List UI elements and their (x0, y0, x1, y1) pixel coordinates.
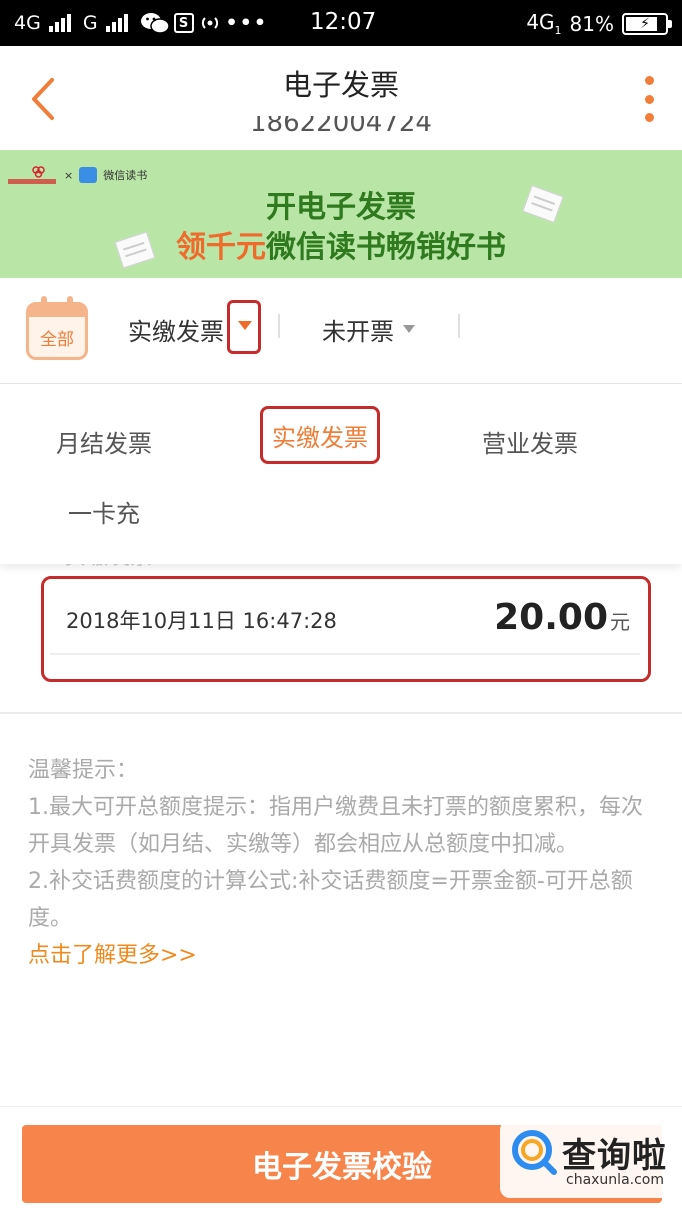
dropdown-option-monthly[interactable]: 月结发票 (56, 424, 152, 459)
network-type-2: G (82, 12, 98, 34)
learn-more-link[interactable]: 点击了解更多>> (28, 937, 658, 974)
more-dots-icon: ••• (225, 12, 268, 34)
promo-banner[interactable]: × 微信读书 开电子发票 领千元微信读书畅销好书 (0, 150, 682, 278)
more-options-button[interactable] (642, 76, 656, 122)
dropdown-arrow-icon[interactable] (227, 300, 261, 354)
dropdown-option-business[interactable]: 营业发票 (482, 424, 578, 459)
page-title: 电子发票 (282, 68, 399, 102)
dropdown-option-paid-selected[interactable]: 实缴发票 (260, 406, 380, 464)
phone-number-partial: 18622004724 (250, 116, 432, 136)
watermark: 查询啦 chaxunla.com (500, 1120, 672, 1198)
invoice-status-filter[interactable]: 未开票 (322, 312, 394, 347)
dropdown-option-card-topup[interactable]: 一卡充 (68, 494, 140, 529)
signal-icon-2 (105, 14, 128, 32)
wechat-icon (140, 11, 170, 35)
more-dot-icon (644, 94, 654, 104)
status-bar: 4G G S ••• 12:07 4G1 81% ⚡ (0, 0, 682, 46)
banner-subline-rest: 微信读书畅销好书 (266, 230, 506, 265)
divider (458, 314, 460, 338)
banner-subline: 领千元微信读书畅销好书 (0, 222, 682, 266)
tips-heading: 温馨提示： (28, 758, 139, 783)
network-type-right: 4G1 (526, 10, 562, 37)
network-type-1: 4G (14, 12, 41, 34)
times-icon: × (64, 168, 74, 182)
record-row: 2018年10月11日 16:47:28 20.00 元 (50, 583, 640, 655)
battery-percent: 81% (569, 11, 614, 36)
calendar-all-label: 全部 (40, 330, 74, 350)
divider (278, 314, 280, 338)
tips-item-1: 1.最大可开总额度提示：指用户缴费且未打票的额度累积，每次开具发票（如月结、实缴… (28, 795, 643, 857)
charging-bolt-icon: ⚡ (640, 15, 650, 32)
wechat-read-label: 微信读书 (103, 169, 148, 182)
hotspot-icon (198, 13, 222, 33)
invoice-record-list: 实缴发票 2018年10月11日 16:47:28 20.00元 (0, 558, 682, 714)
invoice-record-item[interactable]: 2018年10月11日 16:47:28 20.00 元 (41, 576, 651, 682)
filter-bar: 全部 实缴发票 未开票 (0, 278, 682, 384)
tips-section: 温馨提示： 1.最大可开总额度提示：指用户缴费且未打票的额度累积，每次开具发票（… (28, 752, 658, 974)
amount-value: 20.00 (494, 597, 608, 638)
invoice-type-dropdown: 月结发票 实缴发票 营业发票 一卡充 (0, 384, 682, 564)
banner-headline: 开电子发票 (266, 190, 416, 225)
caret-down-icon (403, 325, 415, 333)
search-logo-icon (512, 1130, 557, 1175)
calendar-all-button[interactable]: 全部 (26, 296, 88, 360)
banner-highlight: 领千元 (176, 230, 266, 265)
watermark-url: chaxunla.com (566, 1172, 664, 1188)
more-dot-icon (644, 76, 654, 85)
record-time: 2018年10月11日 16:47:28 (66, 609, 337, 633)
status-left: 4G G S ••• (14, 11, 268, 35)
status-time: 12:07 (310, 9, 377, 35)
status-right: 4G1 81% ⚡ (526, 10, 672, 37)
amount-unit: 元 (610, 610, 630, 634)
signal-icon (48, 14, 71, 32)
tips-item-2: 2.补交话费额度的计算公式:补交话费额度=开票金额-可开总额度。 (28, 869, 633, 931)
more-dot-icon (644, 113, 654, 122)
wechat-read-logo-icon (79, 167, 98, 183)
record-amount: 20.00 元 (494, 597, 630, 638)
nav-bar: 电子发票 18622004724 (0, 46, 682, 150)
watermark-text: 查询啦 (562, 1136, 667, 1176)
battery-icon: ⚡ (622, 12, 672, 35)
s-app-icon: S (173, 13, 194, 33)
invoice-type-filter[interactable]: 实缴发票 (128, 312, 224, 347)
